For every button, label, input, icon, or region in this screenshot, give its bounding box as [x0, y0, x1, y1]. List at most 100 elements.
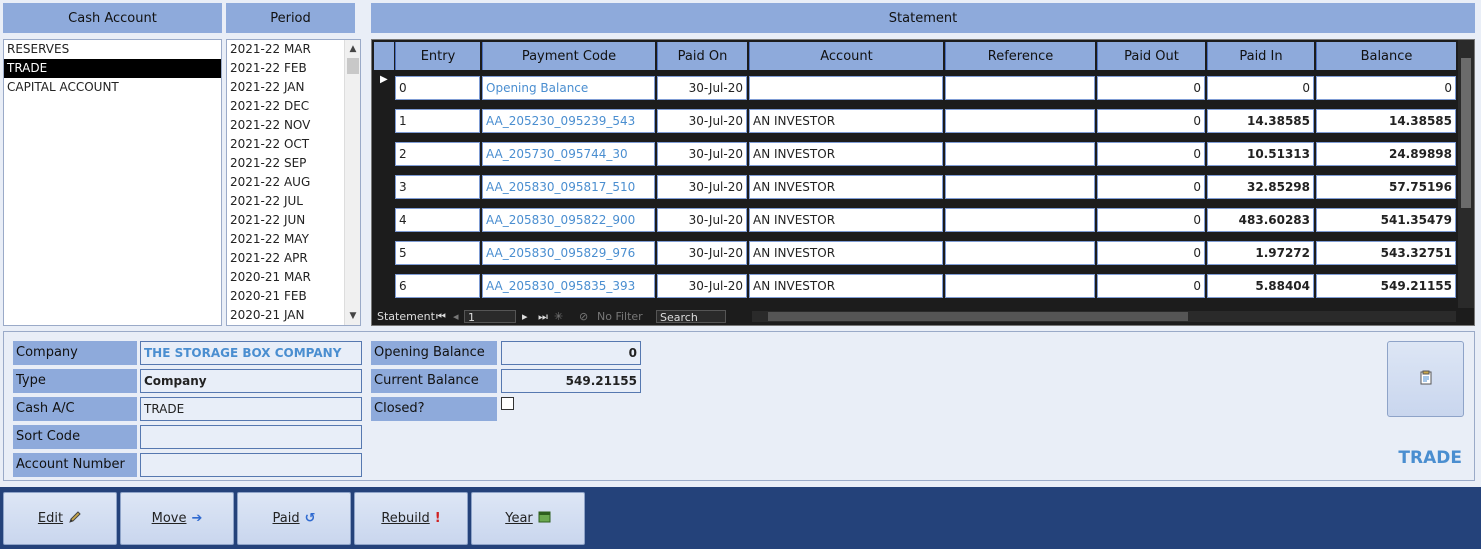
prev-record-icon[interactable]: ◂: [453, 308, 459, 325]
period-item[interactable]: 2020-21 JAN: [227, 306, 344, 325]
period-item[interactable]: 2021-22 JAN: [227, 78, 344, 97]
balance-cell[interactable]: 543.32751: [1316, 241, 1456, 265]
account-cell[interactable]: AN INVESTOR: [749, 274, 943, 298]
paid-out-cell[interactable]: 0: [1097, 109, 1205, 133]
company-field[interactable]: THE STORAGE BOX COMPANY: [140, 341, 362, 365]
statement-scroll-thumb[interactable]: [1461, 58, 1471, 208]
balance-cell[interactable]: 57.75196: [1316, 175, 1456, 199]
balance-cell[interactable]: 24.89898: [1316, 142, 1456, 166]
payment-code-cell[interactable]: AA_205830_095829_976: [482, 241, 655, 265]
reference-cell[interactable]: [945, 109, 1095, 133]
report-button[interactable]: [1387, 341, 1464, 417]
record-selector[interactable]: [374, 204, 394, 236]
paid-out-cell[interactable]: 0: [1097, 241, 1205, 265]
entry-cell[interactable]: 5: [395, 241, 480, 265]
cash-ac-field[interactable]: TRADE: [140, 397, 362, 421]
paid-in-cell[interactable]: 14.38585: [1207, 109, 1314, 133]
current-balance-field[interactable]: 549.21155: [501, 369, 641, 393]
period-item[interactable]: 2020-21 MAR: [227, 268, 344, 287]
cash-account-item[interactable]: RESERVES: [4, 40, 221, 59]
record-selector[interactable]: [374, 138, 394, 170]
account-cell[interactable]: [749, 76, 943, 100]
paid-in-cell[interactable]: 5.88404: [1207, 274, 1314, 298]
move-button[interactable]: Move ➔: [120, 492, 234, 545]
record-selector[interactable]: [374, 270, 394, 302]
period-scroll-thumb[interactable]: [347, 58, 359, 74]
period-list[interactable]: 2021-22 MAR 2021-22 FEB 2021-22 JAN 2021-22…: [226, 39, 361, 326]
period-item[interactable]: 2021-22 MAR: [227, 40, 344, 59]
paid-in-cell[interactable]: 1.97272: [1207, 241, 1314, 265]
entry-cell[interactable]: 6: [395, 274, 480, 298]
closed-checkbox[interactable]: [501, 397, 514, 410]
scroll-up-icon[interactable]: ▲: [345, 41, 360, 57]
period-item[interactable]: 2021-22 JUN: [227, 211, 344, 230]
statement-vscrollbar[interactable]: [1458, 40, 1474, 308]
cash-account-item[interactable]: CAPITAL ACCOUNT: [4, 78, 221, 97]
reference-cell[interactable]: [945, 241, 1095, 265]
column-header-account[interactable]: Account: [749, 42, 943, 70]
last-record-icon[interactable]: ⏭: [538, 308, 548, 325]
reference-cell[interactable]: [945, 142, 1095, 166]
no-filter-indicator[interactable]: No Filter: [597, 308, 643, 325]
paid-button[interactable]: Paid ↺: [237, 492, 351, 545]
reference-cell[interactable]: [945, 76, 1095, 100]
column-header-balance[interactable]: Balance: [1316, 42, 1456, 70]
record-selector[interactable]: ▶: [374, 72, 394, 104]
paid-on-cell[interactable]: 30-Jul-20: [657, 142, 747, 166]
account-number-field[interactable]: [140, 453, 362, 477]
statement-grid[interactable]: Entry Payment Code Paid On Account Reference…: [371, 39, 1475, 326]
entry-cell[interactable]: 0: [395, 76, 480, 100]
payment-code-cell[interactable]: AA_205730_095744_30: [482, 142, 655, 166]
period-item[interactable]: 2021-22 MAY: [227, 230, 344, 249]
reference-cell[interactable]: [945, 175, 1095, 199]
period-item[interactable]: 2020-21 FEB: [227, 287, 344, 306]
period-item[interactable]: 2021-22 JUL: [227, 192, 344, 211]
reference-cell[interactable]: [945, 208, 1095, 232]
payment-code-cell[interactable]: AA_205230_095239_543: [482, 109, 655, 133]
search-field[interactable]: Search: [656, 310, 726, 324]
record-number-field[interactable]: 1: [464, 310, 516, 324]
payment-code-cell[interactable]: AA_205830_095817_510: [482, 175, 655, 199]
record-selector[interactable]: [374, 237, 394, 269]
column-header-paid-out[interactable]: Paid Out: [1097, 42, 1205, 70]
type-field[interactable]: Company: [140, 369, 362, 393]
paid-out-cell[interactable]: 0: [1097, 208, 1205, 232]
period-item[interactable]: 2021-22 SEP: [227, 154, 344, 173]
account-cell[interactable]: AN INVESTOR: [749, 109, 943, 133]
paid-on-cell[interactable]: 30-Jul-20: [657, 175, 747, 199]
period-scrollbar[interactable]: ▲ ▼: [344, 40, 360, 325]
entry-cell[interactable]: 2: [395, 142, 480, 166]
column-header-paid-on[interactable]: Paid On: [657, 42, 747, 70]
paid-on-cell[interactable]: 30-Jul-20: [657, 274, 747, 298]
period-item[interactable]: 2021-22 FEB: [227, 59, 344, 78]
account-cell[interactable]: AN INVESTOR: [749, 142, 943, 166]
paid-on-cell[interactable]: 30-Jul-20: [657, 241, 747, 265]
reference-cell[interactable]: [945, 274, 1095, 298]
opening-balance-field[interactable]: 0: [501, 341, 641, 365]
period-item[interactable]: 2021-22 APR: [227, 249, 344, 268]
account-cell[interactable]: AN INVESTOR: [749, 175, 943, 199]
paid-in-cell[interactable]: 32.85298: [1207, 175, 1314, 199]
balance-cell[interactable]: 14.38585: [1316, 109, 1456, 133]
paid-out-cell[interactable]: 0: [1097, 142, 1205, 166]
paid-out-cell[interactable]: 0: [1097, 175, 1205, 199]
entry-cell[interactable]: 3: [395, 175, 480, 199]
first-record-icon[interactable]: ⏮: [436, 308, 446, 325]
record-selector[interactable]: [374, 105, 394, 137]
sort-code-field[interactable]: [140, 425, 362, 449]
period-item[interactable]: 2021-22 NOV: [227, 116, 344, 135]
payment-code-cell[interactable]: AA_205830_095822_900: [482, 208, 655, 232]
cash-account-list[interactable]: RESERVES TRADE CAPITAL ACCOUNT: [3, 39, 222, 326]
entry-cell[interactable]: 1: [395, 109, 480, 133]
period-item[interactable]: 2021-22 OCT: [227, 135, 344, 154]
paid-in-cell[interactable]: 0: [1207, 76, 1314, 100]
hscroll-thumb[interactable]: [768, 312, 1188, 321]
next-record-icon[interactable]: ▸: [522, 308, 528, 325]
balance-cell[interactable]: 0: [1316, 76, 1456, 100]
column-header-code[interactable]: Payment Code: [482, 42, 655, 70]
column-header-reference[interactable]: Reference: [945, 42, 1095, 70]
paid-on-cell[interactable]: 30-Jul-20: [657, 109, 747, 133]
statement-hscrollbar[interactable]: [752, 311, 1456, 322]
paid-in-cell[interactable]: 483.60283: [1207, 208, 1314, 232]
rebuild-button[interactable]: Rebuild !: [354, 492, 468, 545]
